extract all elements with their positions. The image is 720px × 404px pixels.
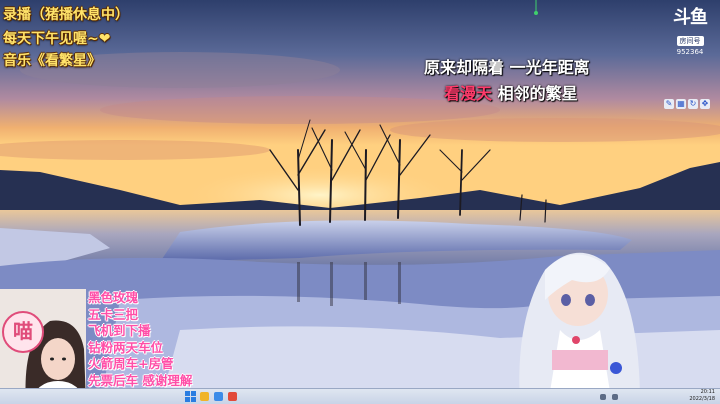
gift-rule-item: 五卡三把 (88, 306, 139, 322)
system-clock[interactable]: 20:11 2022/3/18 (689, 389, 715, 403)
start-windows-icon[interactable] (185, 391, 196, 402)
music-overlay-line: 音乐《看繁星》 (3, 53, 101, 69)
pencil-icon[interactable]: ✎ (664, 99, 674, 109)
move-icon[interactable]: ✥ (700, 99, 710, 109)
pin-marker-icon (534, 0, 538, 16)
gift-rule-item: 先票后车 感谢理解 (88, 372, 193, 388)
gift-rule-item: 钻粉两天车位 (88, 339, 164, 355)
cat-sticker: 喵 (2, 311, 44, 353)
room-label: 房间号 (676, 36, 704, 46)
gift-rule-item: 火箭周车+房管 (88, 356, 174, 371)
room-number: 952364 (676, 48, 704, 56)
platform-logo[interactable]: 斗鱼 房间号 952364 (668, 7, 712, 57)
grid-icon[interactable]: ▦ (676, 99, 686, 109)
folder-icon[interactable] (200, 392, 209, 401)
gift-rule-item: 飞机到下播 (88, 323, 151, 338)
lyric-highlight: 看漫天 (444, 84, 493, 103)
status-overlay-line-1: 录播（猪播休息中） (3, 7, 129, 23)
volume-icon[interactable] (612, 394, 618, 400)
lyric-line-2-rest: 相邻的繁星 (492, 84, 578, 103)
lyric-line-2: 看漫天 相邻的繁星 (444, 80, 578, 104)
taskbar: 20:11 2022/3/18 (0, 388, 720, 404)
network-icon[interactable] (600, 394, 606, 400)
clock-time: 20:11 (700, 389, 715, 395)
schedule-overlay-line: 每天下午见喔~❤ (3, 31, 111, 47)
mini-toolbar: ✎ ▦ ↻ ✥ (664, 99, 716, 111)
lyric-line-1: 原来却隔着 一光年距离 (424, 58, 590, 77)
clock-date: 2022/3/18 (689, 396, 715, 402)
webcam-feed: 喵 (0, 289, 86, 404)
platform-logo-text: 斗鱼 (673, 7, 708, 28)
gift-rule-item: 黑色玫瑰 (88, 290, 139, 305)
gift-rules-list: 黑色玫瑰 五卡三把 飞机到下播 钻粉两天车位 火箭周车+房管 先票后车 感谢理解 (88, 290, 192, 389)
browser-icon[interactable] (214, 392, 223, 401)
sync-icon[interactable]: ↻ (688, 99, 698, 109)
cat-sticker-text: 喵 (13, 319, 33, 343)
app-icon[interactable] (228, 392, 237, 401)
stream-stage: 录播（猪播休息中） 每天下午见喔~❤ 音乐《看繁星》 原来却隔着 一光年距离 看… (0, 0, 720, 404)
